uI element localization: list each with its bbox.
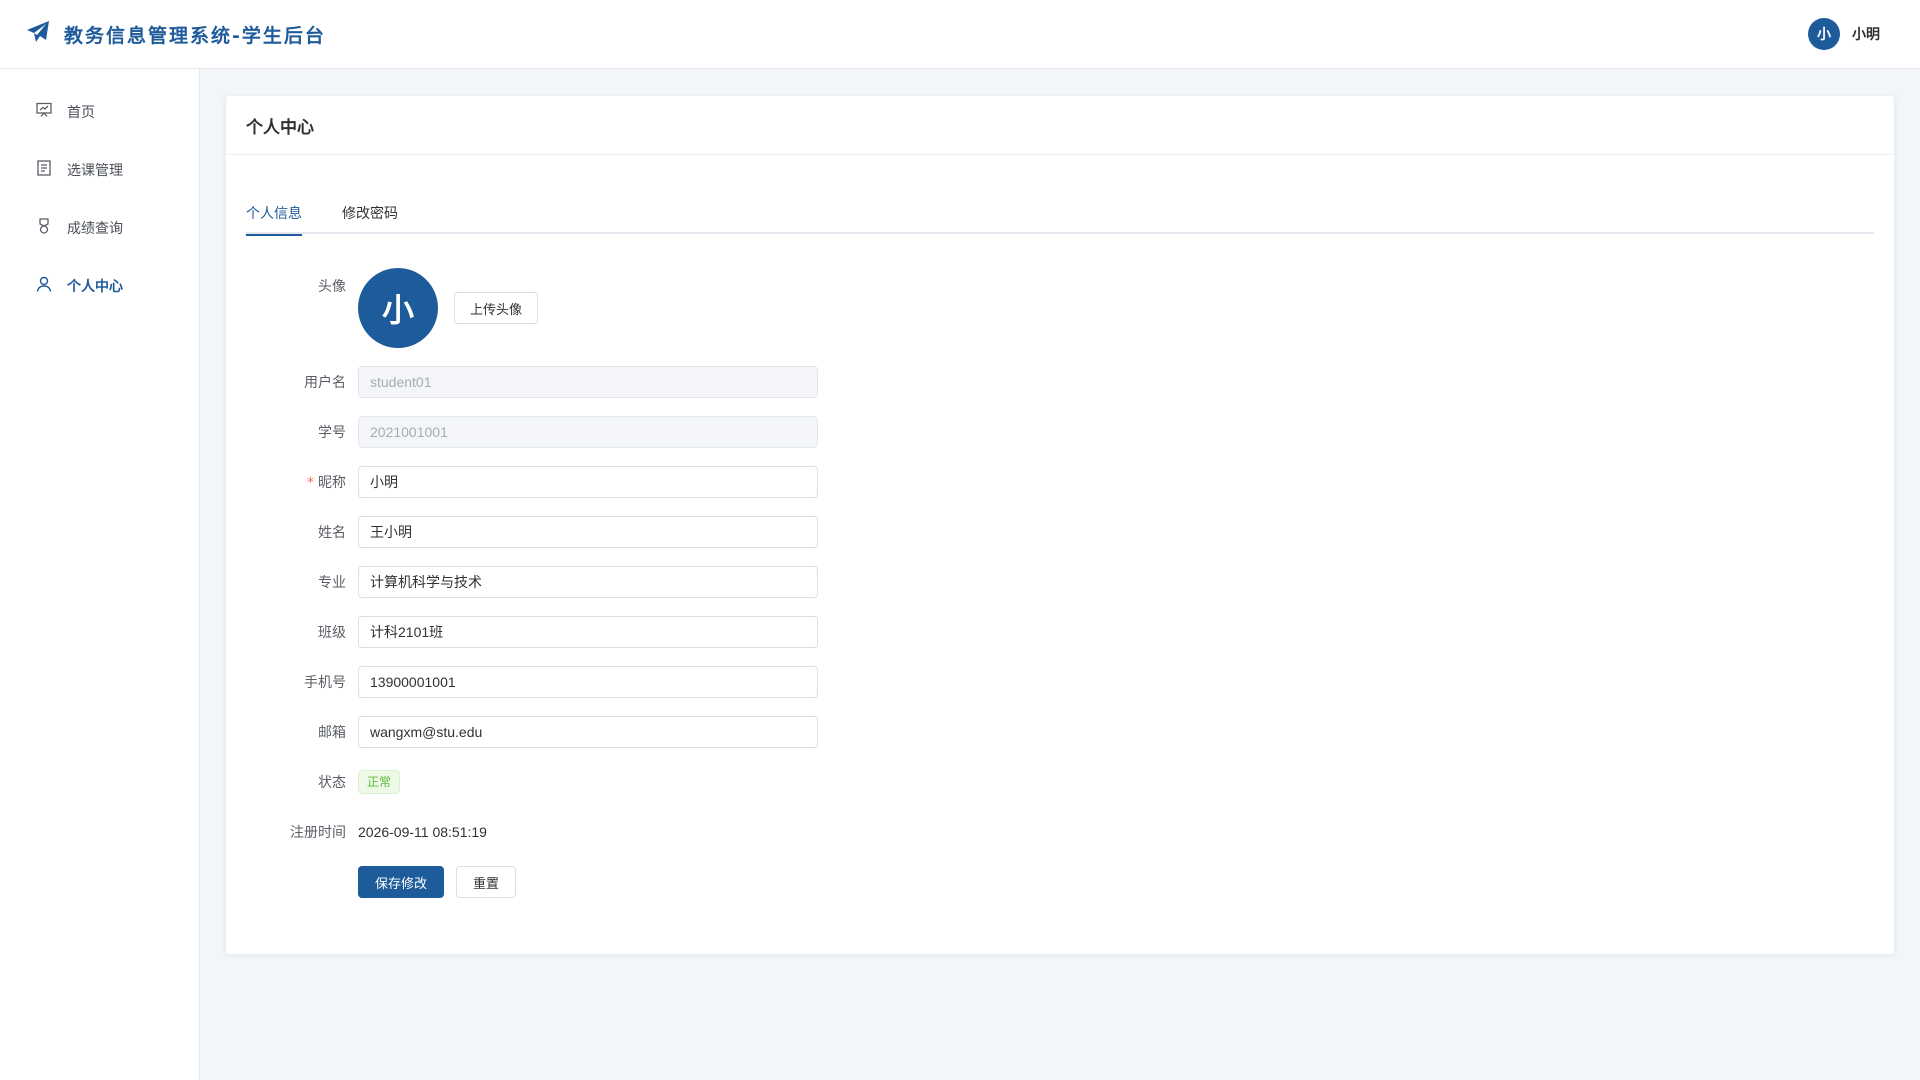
reset-button[interactable]: 重置 [456,866,517,898]
form-row-status: 状态 正常 [246,766,1874,798]
status-badge: 正常 [358,770,401,794]
realname-label: 姓名 [318,525,346,541]
form-row-phone: 手机号 [246,666,1874,698]
username[interactable]: 小明 [1852,24,1880,44]
username-label: 用户名 [304,375,346,391]
paper-plane-icon [26,20,50,48]
sidebar-item-label: 个人中心 [67,279,123,295]
phone-field[interactable] [358,666,818,698]
nickname-field[interactable] [358,466,818,498]
sidebar-item-label: 成绩查询 [67,221,123,237]
form-row-username: 用户名 [246,366,1874,398]
form-row-student-no: 学号 [246,416,1874,448]
email-label: 邮箱 [318,725,346,741]
avatar[interactable]: 小 [1808,18,1840,50]
sidebar-item-label: 选课管理 [67,163,123,179]
sidebar-item-home[interactable]: 首页 [0,83,199,141]
email-field[interactable] [358,716,818,748]
register-time-value: 2026-09-11 08:51:19 [358,824,487,840]
card-body: 个人信息 修改密码 头像 小 上传头像 用户名 学号 *昵称 姓名 [226,155,1894,898]
save-button[interactable]: 保存修改 [358,866,445,898]
register-time-label: 注册时间 [290,825,346,841]
sidebar-item-course[interactable]: 选课管理 [0,141,199,199]
profile-form: 头像 小 上传头像 用户名 学号 *昵称 姓名 专业 [246,268,1874,898]
form-row-realname: 姓名 [246,516,1874,548]
phone-label: 手机号 [304,675,346,691]
medal-icon [35,217,53,239]
top-header: 教务信息管理系统-学生后台 小 小明 [0,0,1920,69]
form-actions: 保存修改 重置 [246,866,1874,898]
nickname-label: * 昵称 [246,472,358,492]
card-header: 个人中心 [226,96,1894,155]
upload-avatar-button[interactable]: 上传头像 [454,292,539,324]
major-label: 专业 [318,575,346,591]
class-field[interactable] [358,616,818,648]
username-field [358,366,818,398]
sidebar-item-profile[interactable]: 个人中心 [0,257,199,315]
avatar-label: 头像 [318,279,346,295]
avatar-row: 头像 小 上传头像 [246,268,1874,348]
profile-card: 个人中心 个人信息 修改密码 头像 小 上传头像 用户名 学号 *昵称 [225,95,1895,955]
form-row-email: 邮箱 [246,716,1874,748]
required-asterisk: * [307,475,314,491]
profile-avatar: 小 [358,268,438,348]
brand: 教务信息管理系统-学生后台 [26,20,326,48]
sidebar-item-grades[interactable]: 成绩查询 [0,199,199,257]
major-field[interactable] [358,566,818,598]
tabs: 个人信息 修改密码 [246,195,1874,236]
tab-profile-info[interactable]: 个人信息 [246,195,302,236]
form-row-register-time: 注册时间 2026-09-11 08:51:19 [246,816,1874,848]
student-no-label: 学号 [318,425,346,441]
document-list-icon [35,159,53,181]
nickname-label-text: 昵称 [318,475,346,491]
page-title: 个人中心 [246,117,314,138]
user-icon [35,275,53,297]
student-no-field [358,416,818,448]
form-row-major: 专业 [246,566,1874,598]
realname-field[interactable] [358,516,818,548]
form-row-nickname: * 昵称 [246,466,1874,498]
user-menu[interactable]: 小 小明 [1808,18,1880,50]
sidebar: 首页 选课管理 成绩查询 个人中心 [0,69,200,1080]
sidebar-item-label: 首页 [67,105,95,121]
status-label: 状态 [318,775,346,791]
class-label: 班级 [318,625,346,641]
presentation-chart-icon [35,101,53,123]
app-title: 教务信息管理系统-学生后台 [64,24,326,47]
tab-change-password[interactable]: 修改密码 [342,195,398,234]
form-row-class: 班级 [246,616,1874,648]
